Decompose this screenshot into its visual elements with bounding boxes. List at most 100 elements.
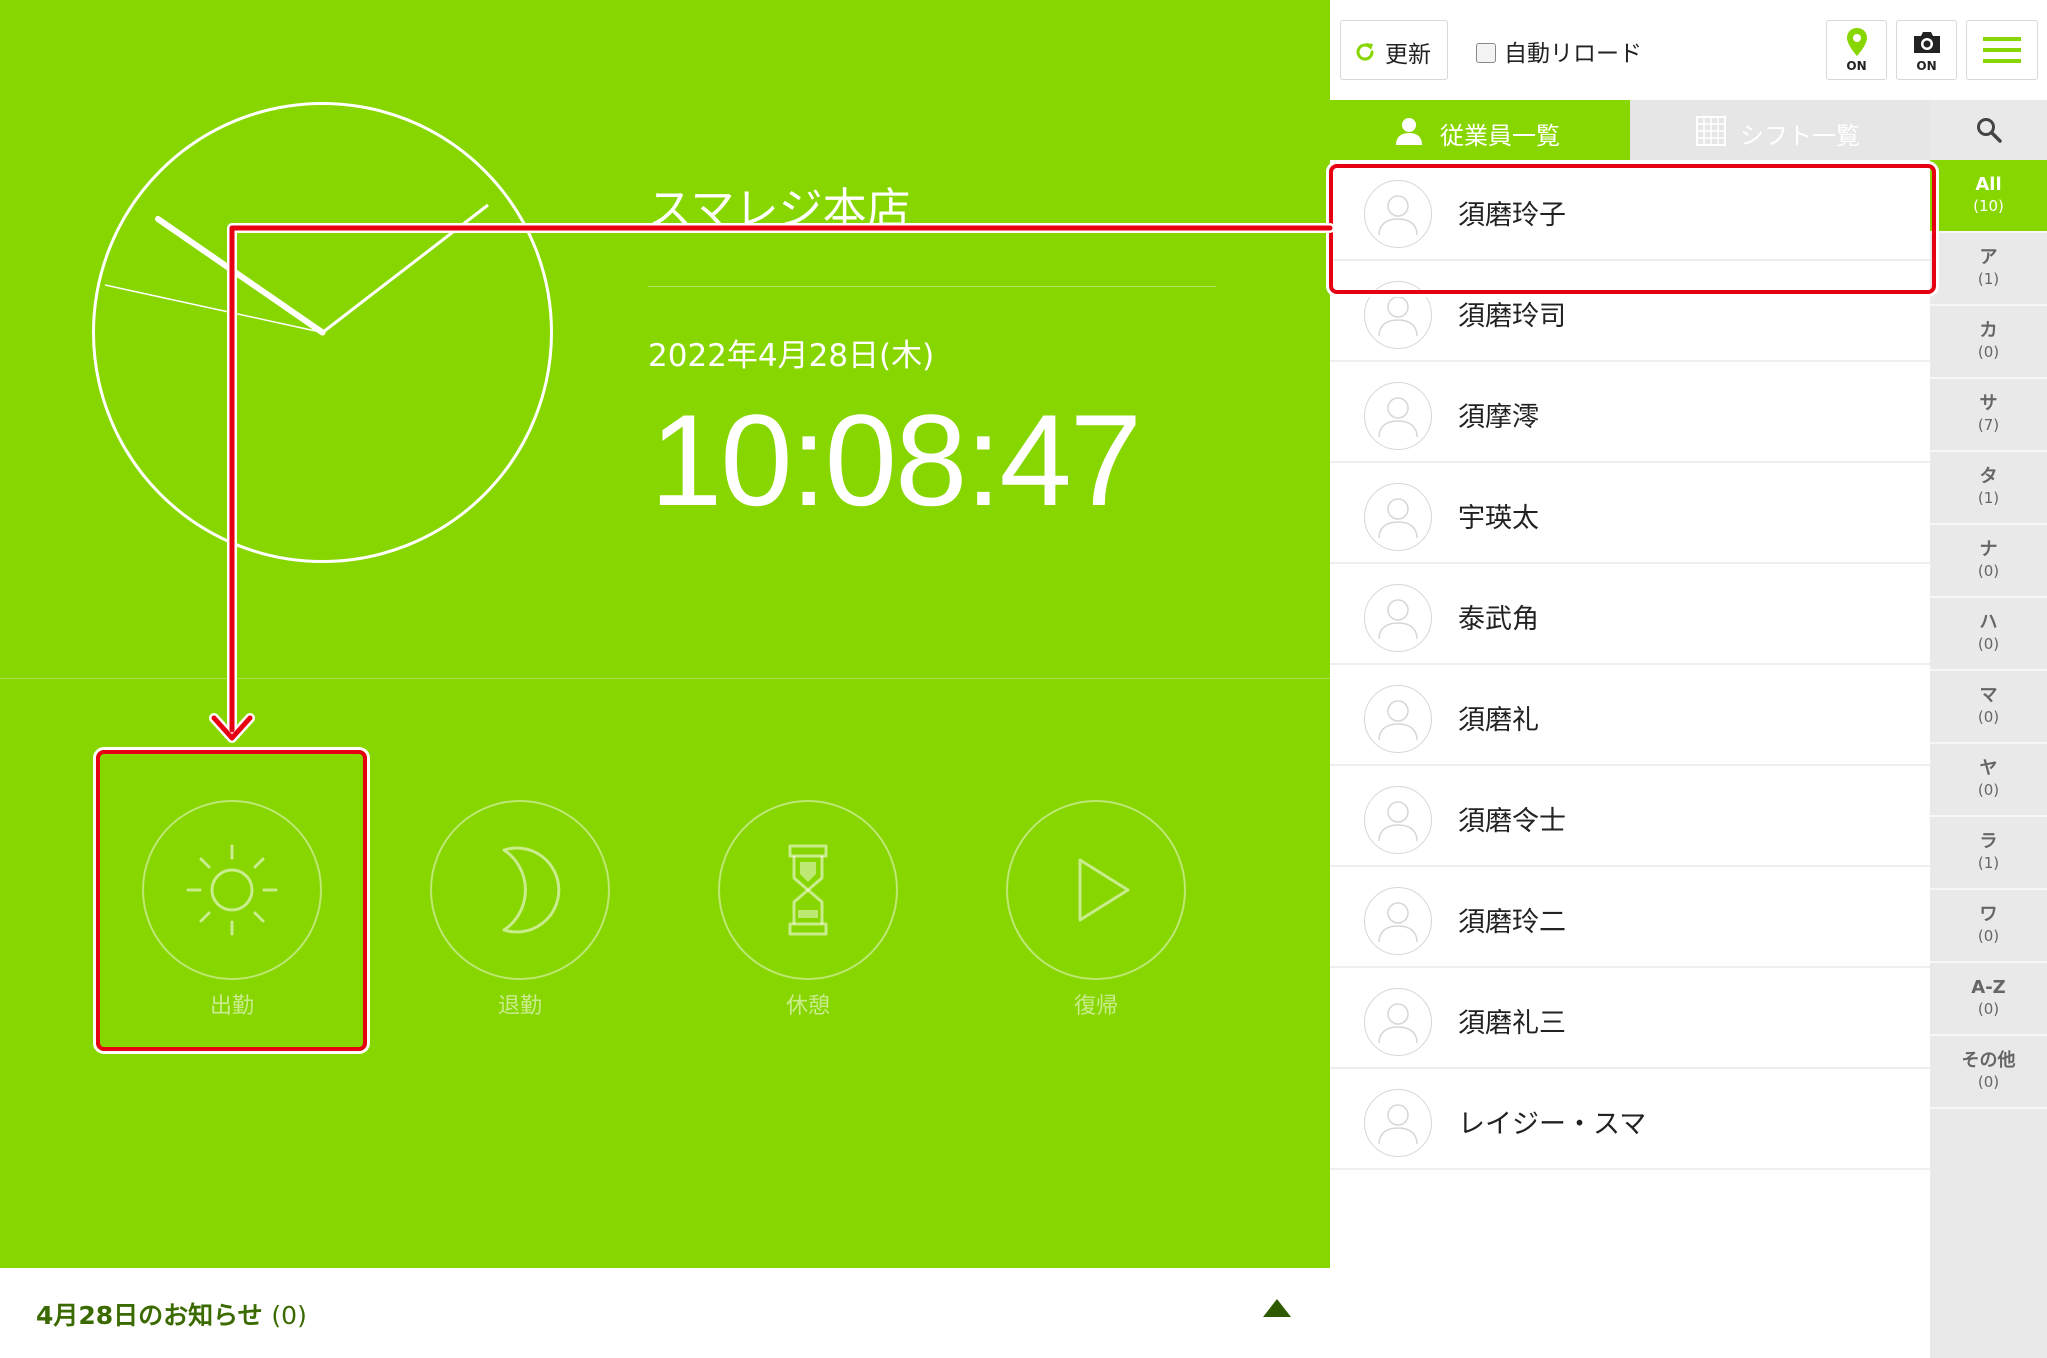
index-key: カ xyxy=(1979,320,1998,341)
index-item[interactable]: カ (0) xyxy=(1930,306,2047,379)
index-item[interactable]: ハ (0) xyxy=(1930,598,2047,671)
index-key: サ xyxy=(1979,393,1998,414)
hourglass-icon xyxy=(788,844,828,936)
user-placeholder-icon xyxy=(1378,1104,1418,1145)
employee-name: レイジー・スマ xyxy=(1458,1109,1647,1140)
index-item[interactable]: ア (1) xyxy=(1930,233,2047,306)
employee-name: 須磨玲二 xyxy=(1458,907,1566,938)
location-button[interactable]: ON xyxy=(1826,20,1887,80)
break-button[interactable]: 休憩 xyxy=(717,800,899,1020)
clock-out-label: 退勤 xyxy=(497,994,542,1019)
camera-icon xyxy=(1914,32,1940,53)
index-count: (0) xyxy=(1977,1073,2000,1091)
current-time: 10:08:47 xyxy=(650,387,1142,533)
toolbar: 更新 自動リロード ON ON xyxy=(1330,0,2047,100)
avatar xyxy=(1364,1089,1432,1157)
avatar xyxy=(1364,685,1432,753)
index-count: (0) xyxy=(1977,635,2000,653)
avatar xyxy=(1364,786,1432,854)
index-count: (0) xyxy=(1977,562,2000,580)
notice-bar[interactable]: 4月28日のお知らせ (0) xyxy=(0,1268,1330,1358)
employee-name: 須磨玲司 xyxy=(1458,301,1566,332)
employee-name: 宇瑛太 xyxy=(1458,503,1539,534)
resume-label: 復帰 xyxy=(1073,994,1118,1019)
tab-employee-label: 従業員一覧 xyxy=(1440,122,1560,150)
refresh-button[interactable]: 更新 xyxy=(1340,20,1448,80)
store-name: スマレジ本店 xyxy=(648,184,911,235)
resume-button[interactable]: 復帰 xyxy=(1005,800,1187,1020)
refresh-icon xyxy=(1356,43,1374,61)
search-icon xyxy=(1977,118,2002,143)
index-key: その他 xyxy=(1961,1050,2016,1071)
tab-employee-list[interactable]: 従業員一覧 xyxy=(1330,100,1630,160)
index-item[interactable]: その他 (0) xyxy=(1930,1036,2047,1109)
clock-out-button[interactable]: 退勤 xyxy=(429,800,611,1020)
camera-status: ON xyxy=(1916,59,1937,73)
divider xyxy=(648,286,1216,287)
index-count: (0) xyxy=(1977,1000,2000,1018)
user-placeholder-icon xyxy=(1378,902,1418,943)
employee-row[interactable]: 須磨礼三 xyxy=(1330,968,1930,1069)
tab-shift-list[interactable]: シフト一覧 xyxy=(1630,100,1930,160)
search-button[interactable] xyxy=(1930,100,2047,160)
index-item[interactable]: タ (1) xyxy=(1930,452,2047,525)
auto-reload-checkbox[interactable] xyxy=(1476,43,1496,63)
employee-name: 須磨礼 xyxy=(1458,705,1539,736)
employee-list: 須磨玲子 須磨玲司 須摩澪 宇瑛太 泰武角 須磨礼 須磨令士 須磨玲二 須磨礼三 レイジー・スマ xyxy=(1330,160,1930,1170)
index-count: (1) xyxy=(1977,270,2000,288)
user-placeholder-icon xyxy=(1378,397,1418,438)
employee-row[interactable]: 須磨礼 xyxy=(1330,665,1930,766)
avatar xyxy=(1364,483,1432,551)
current-date: 2022年4月28日(木) xyxy=(648,338,935,374)
avatar xyxy=(1364,584,1432,652)
index-key: ハ xyxy=(1979,612,1998,633)
camera-button[interactable]: ON xyxy=(1896,20,1957,80)
tab-shift-label: シフト一覧 xyxy=(1740,122,1860,150)
index-item[interactable]: ラ (1) xyxy=(1930,817,2047,890)
employee-name: 須磨令士 xyxy=(1458,806,1566,837)
auto-reload-label: 自動リロード xyxy=(1504,41,1642,67)
index-item[interactable]: All (10) xyxy=(1930,160,2047,233)
index-item[interactable]: マ (0) xyxy=(1930,671,2047,744)
clock-out-ring xyxy=(430,800,610,980)
clock-in-highlight xyxy=(96,750,367,1051)
index-key: ヤ xyxy=(1979,758,1998,779)
employee-row[interactable]: レイジー・スマ xyxy=(1330,1069,1930,1170)
employee-name: 須磨礼三 xyxy=(1458,1008,1566,1039)
clock-panel: スマレジ本店 2022年4月28日(木) 10:08:47 出勤 退勤 休憩 復… xyxy=(0,0,1330,1268)
index-item[interactable]: A-Z (0) xyxy=(1930,963,2047,1036)
index-item[interactable]: サ (7) xyxy=(1930,379,2047,452)
auto-reload-toggle[interactable]: 自動リロード xyxy=(1476,34,1642,68)
index-count: (0) xyxy=(1977,708,2000,726)
index-count: (10) xyxy=(1973,197,2004,215)
user-icon xyxy=(1396,118,1422,145)
index-count: (0) xyxy=(1977,343,2000,361)
index-item[interactable]: ナ (0) xyxy=(1930,525,2047,598)
play-icon xyxy=(1078,858,1130,922)
user-placeholder-icon xyxy=(1378,700,1418,741)
index-key: ワ xyxy=(1979,904,1998,925)
grid-icon xyxy=(1696,116,1726,146)
notice-count: (0) xyxy=(271,1301,307,1330)
divider xyxy=(0,678,1330,679)
index-item[interactable]: ワ (0) xyxy=(1930,890,2047,963)
avatar xyxy=(1364,382,1432,450)
break-label: 休憩 xyxy=(785,994,830,1019)
index-key: マ xyxy=(1979,685,1998,706)
index-count: (0) xyxy=(1977,927,2000,945)
refresh-label: 更新 xyxy=(1385,42,1431,68)
employee-row[interactable]: 泰武角 xyxy=(1330,564,1930,665)
menu-button[interactable] xyxy=(1966,20,2038,80)
index-count: (7) xyxy=(1977,416,2000,434)
employee-row[interactable]: 宇瑛太 xyxy=(1330,463,1930,564)
avatar xyxy=(1364,988,1432,1056)
index-key: タ xyxy=(1979,466,1998,487)
employee-row[interactable]: 須磨令士 xyxy=(1330,766,1930,867)
moon-icon xyxy=(502,846,561,934)
employee-row[interactable]: 須磨玲二 xyxy=(1330,867,1930,968)
employee-row[interactable]: 須摩澪 xyxy=(1330,362,1930,463)
index-key: ラ xyxy=(1979,831,1998,852)
triangle-up-icon[interactable] xyxy=(1262,1298,1292,1318)
index-key: ナ xyxy=(1979,539,1998,560)
index-item[interactable]: ヤ (0) xyxy=(1930,744,2047,817)
